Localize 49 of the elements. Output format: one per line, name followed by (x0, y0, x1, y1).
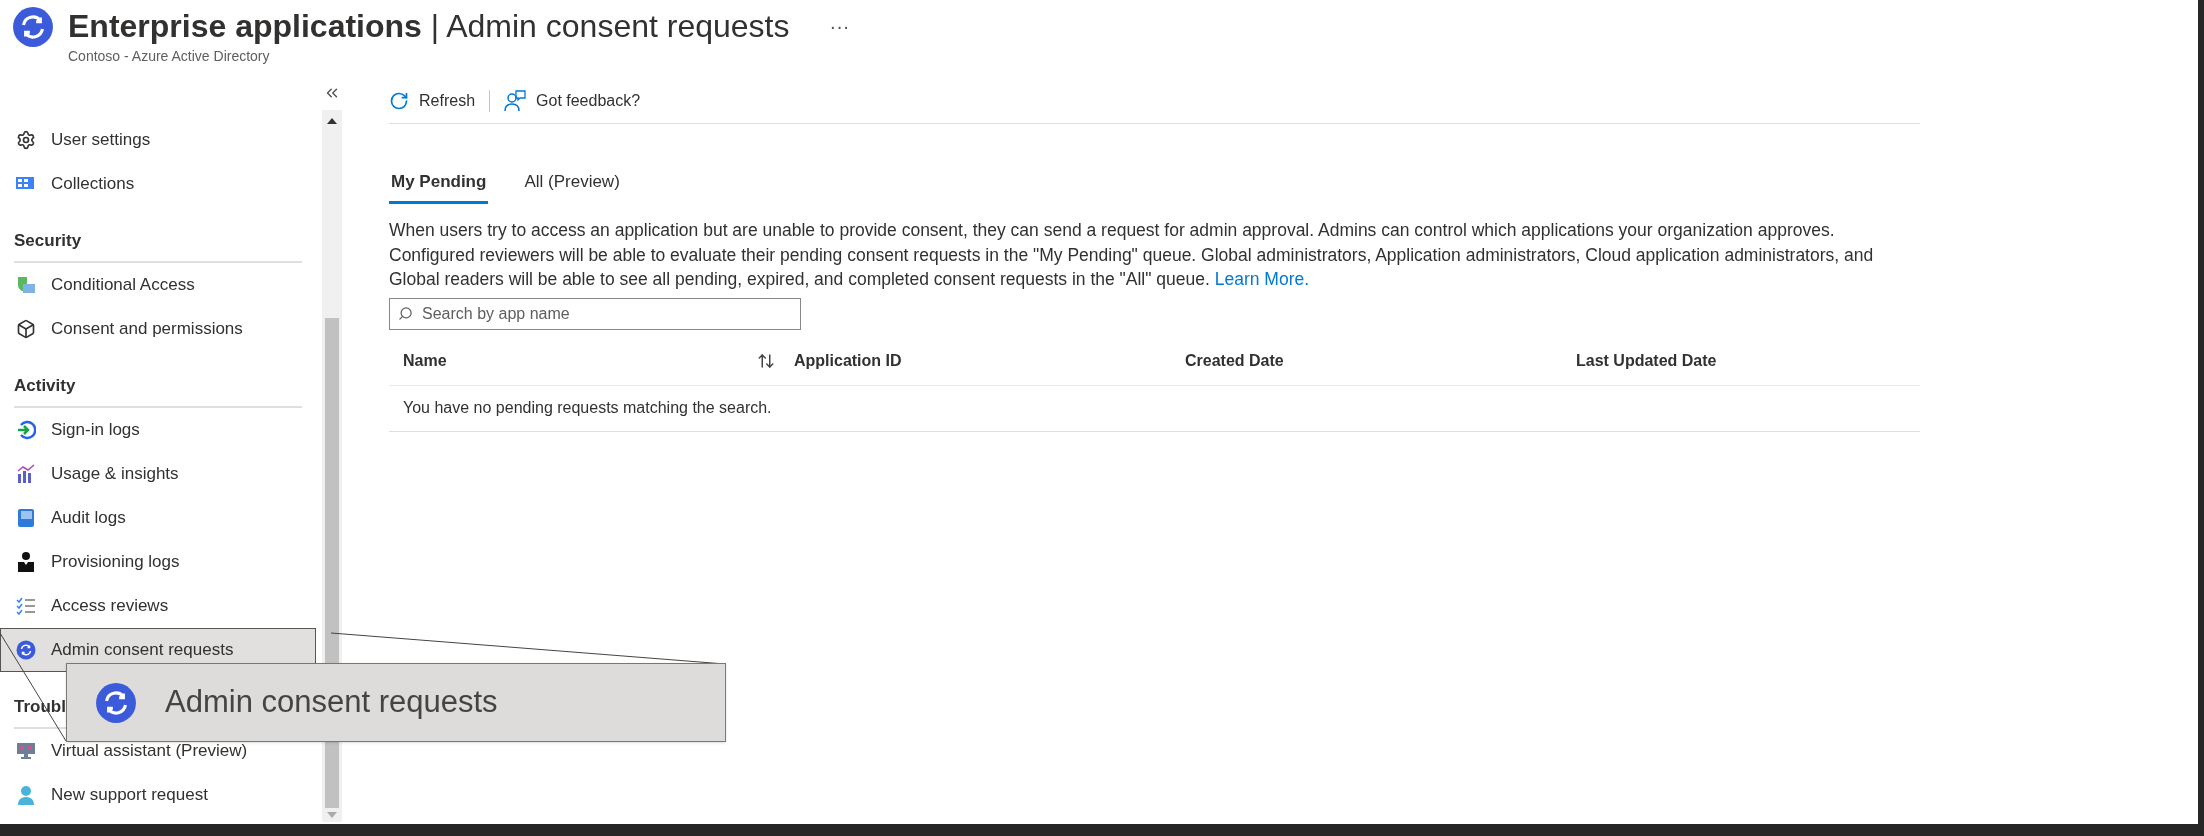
monitor-icon (16, 742, 36, 760)
column-header[interactable]: Created Date (1185, 349, 1284, 373)
sidebar-item[interactable]: Collections (0, 162, 316, 206)
search-icon (398, 305, 413, 321)
shield-icon (16, 275, 36, 295)
sidebar-item[interactable]: Sign-in logs (0, 408, 316, 452)
person-icon (17, 552, 35, 572)
empty-message: You have no pending requests matching the search. (403, 398, 772, 418)
learn-more-link[interactable]: Learn More. (1214, 269, 1310, 289)
feedback-button[interactable]: Got feedback? (504, 88, 641, 113)
column-header[interactable]: Application ID (794, 349, 902, 373)
sidebar-item[interactable]: Access reviews (0, 584, 316, 628)
tab[interactable]: My Pending (389, 162, 489, 204)
refresh-icon (389, 90, 409, 111)
sidebar-item[interactable]: Usage & insights (0, 452, 316, 496)
more-button[interactable]: ··· (829, 11, 850, 41)
checklist-icon (16, 597, 36, 615)
sidebar-item[interactable]: Consent and permissions (0, 307, 316, 351)
sidebar-item[interactable]: Virtual assistant (Preview) (0, 729, 316, 773)
column-header[interactable]: Name (403, 349, 775, 373)
sort-icon[interactable] (757, 352, 775, 370)
feedback-person-icon (504, 89, 527, 112)
callout-label: Admin consent requests (165, 683, 498, 722)
section-heading: Activity (14, 374, 76, 397)
settings-icon (16, 130, 36, 150)
section-heading: Security (14, 229, 82, 252)
cube-icon (16, 319, 36, 339)
page-title: Enterprise applications | Admin consent requests (68, 7, 790, 46)
description-text: When users try to access an application but are unable to provide consent, they can send a request for admin approval. Admins can control which applications your organization approves. Configured reviewers will be able to evaluate their pending consent requests in the "My Pending" queue. Global administrators, Application administrators, Cloud application administrators, and Global readers will be able to see all pending, expired, and completed consent requests in the "All" queue. Learn More. (389, 219, 1875, 291)
refresh-button[interactable]: Refresh (389, 88, 476, 113)
sidebar-item[interactable]: Audit logs (0, 496, 316, 540)
bar-chart-icon (16, 464, 36, 484)
sync-icon (95, 681, 137, 724)
support-person-icon (17, 785, 35, 805)
grid-icon (16, 176, 36, 192)
sidebar-item[interactable]: New support request (0, 773, 316, 817)
sync-icon (16, 640, 36, 660)
sidebar-item[interactable]: Provisioning logs (0, 540, 316, 584)
scroll-up-icon[interactable] (327, 118, 337, 124)
column-header[interactable]: Last Updated Date (1576, 349, 1717, 373)
app-logo-icon (12, 6, 54, 48)
search-field[interactable]: Search by app name (389, 297, 801, 330)
tab[interactable]: All (Preview) (522, 162, 622, 204)
sidebar-item[interactable]: Conditional Access (0, 263, 316, 307)
directory-name: Contoso - Azure Active Directory (68, 47, 271, 66)
sign-in-icon (16, 420, 36, 440)
book-icon (17, 508, 35, 528)
section-heading: Troubl (14, 695, 66, 718)
sidebar-item[interactable]: User settings (0, 118, 316, 162)
